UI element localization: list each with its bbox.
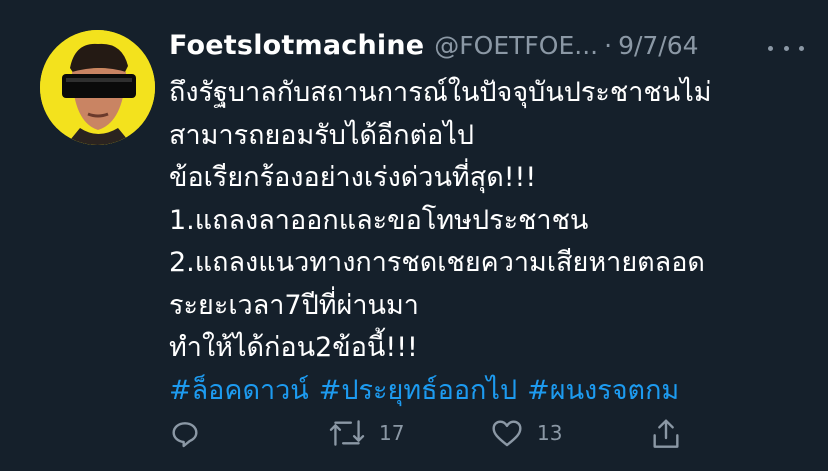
tweet-text-line: ข้อเรียกร้องอย่างเร่งด่วนที่สุด!!! (169, 162, 537, 193)
display-name[interactable]: Foetslotmachine (169, 30, 424, 61)
tweet-header: Foetslotmachine @FOETFOE... · 9/7/64 (169, 22, 809, 68)
more-horizontal-icon[interactable] (768, 38, 804, 58)
retweet-count: 17 (379, 421, 405, 445)
reply-icon (172, 422, 198, 448)
avatar-image (40, 30, 155, 145)
reply-button[interactable] (169, 418, 201, 450)
share-icon (653, 419, 679, 448)
tweet-text-line: ทำให้ได้ก่อน2ข้อนี้!!! (169, 332, 418, 363)
tweet-text-line: 1.แถลงลาออกและขอโทษประชาชน (169, 204, 589, 236)
tweet-content: Foetslotmachine @FOETFOE... · 9/7/64 ถึง… (169, 22, 809, 412)
tweet-text-line: 2.แถลงแนวทางการชดเชยความเสียหายตลอด (169, 247, 705, 278)
hashtag-link[interactable]: #ล็อคดาวน์ (169, 375, 309, 406)
heart-icon (492, 420, 522, 447)
tweet-text-line: ถึงรัฐบาลกับสถานการณ์ในปัจจุบันประชาชนไม… (169, 77, 712, 108)
hashtag-link[interactable]: #ผนงรจตกม (527, 375, 679, 406)
tweet-text-line: สามารถยอมรับได้อีกต่อไป (169, 119, 475, 151)
hashtag-list: #ล็อคดาวน์ #ประยุทธ์ออกไป #ผนงรจตกม (169, 370, 789, 413)
retweet-icon (329, 420, 365, 446)
like-button[interactable]: 13 (491, 418, 562, 448)
user-handle[interactable]: @FOETFOE... (434, 31, 598, 60)
share-button[interactable] (651, 418, 681, 450)
tweet-date[interactable]: 9/7/64 (618, 31, 698, 60)
tweet-actions: 17 13 (169, 418, 709, 458)
tweet: Foetslotmachine @FOETFOE... · 9/7/64 ถึง… (0, 0, 828, 471)
retweet-button[interactable]: 17 (329, 418, 404, 448)
hashtag-link[interactable]: #ประยุทธ์ออกไป (319, 375, 517, 406)
tweet-text: ถึงรัฐบาลกับสถานการณ์ในปัจจุบันประชาชนไม… (169, 72, 789, 412)
tweet-text-line: ระยะเวลา7ปีที่ผ่านมา (169, 289, 419, 321)
like-count: 13 (537, 421, 563, 445)
avatar[interactable] (40, 30, 155, 145)
separator-dot: · (604, 30, 613, 60)
